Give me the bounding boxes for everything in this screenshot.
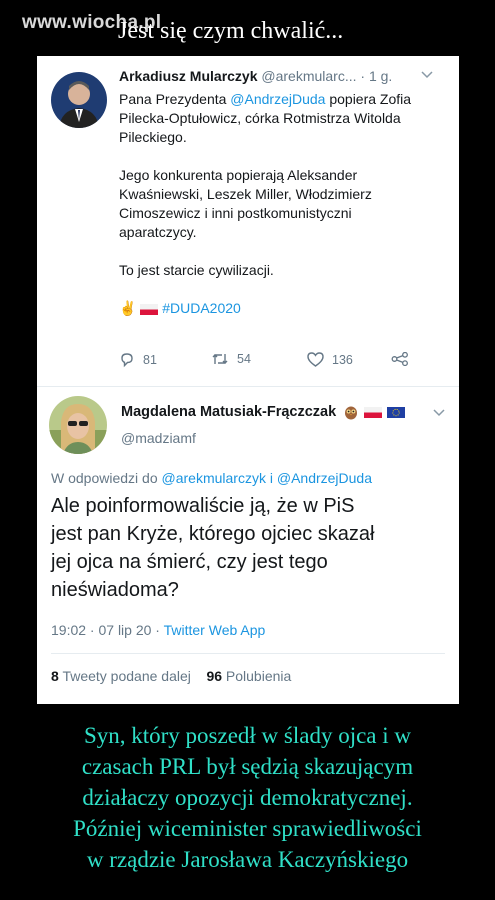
caption-line: działaczy opozycji demokratycznej. bbox=[82, 785, 413, 810]
tweet1-text: popiera Zofia bbox=[325, 91, 412, 107]
tweet1-text: aparatczycy. bbox=[119, 224, 197, 240]
divider bbox=[51, 653, 445, 654]
tweet2-text: nieświadoma? bbox=[51, 579, 179, 601]
avatar-matusiak[interactable] bbox=[49, 396, 107, 454]
tweet2-text: jest pan Kryże, którego ojciec skazał bbox=[51, 523, 375, 545]
avatar-mularczyk[interactable] bbox=[51, 72, 107, 128]
caption-line: Syn, który poszedł w ślady ojca i w bbox=[83, 723, 412, 748]
retweets-stat-count: 8 bbox=[51, 668, 59, 684]
tweet-card: Arkadiusz Mularczyk @arekmularc... · 1 g… bbox=[37, 56, 459, 704]
chevron-down-icon[interactable] bbox=[433, 408, 445, 420]
tweet1-text: Pilecka-Optułowicz, córka Rotmistrza Wit… bbox=[119, 110, 401, 126]
caption: Syn, który poszedł w ślady ojca i w czas… bbox=[0, 720, 495, 875]
share-button[interactable] bbox=[391, 352, 409, 366]
tweet1-text: Pileckiego. bbox=[119, 129, 187, 145]
tweet1-author[interactable]: Arkadiusz Mularczyk bbox=[119, 68, 258, 84]
reply-context: W odpowiedzi do @arekmularczyk i @Andrze… bbox=[51, 470, 372, 486]
likes-stat-label: Polubienia bbox=[225, 668, 292, 684]
share-icon bbox=[391, 352, 408, 366]
tweet2-handle[interactable]: @madziamf bbox=[121, 430, 196, 446]
tweet2-author[interactable]: Magdalena Matusiak-Frączczak bbox=[121, 404, 336, 420]
tweet1-header: Arkadiusz Mularczyk @arekmularc... · 1 g… bbox=[119, 68, 392, 84]
tweet1-text: Pana Prezydenta bbox=[119, 91, 231, 107]
retweet-count: 54 bbox=[237, 352, 251, 366]
retweets-stat-label: Tweety podane dalej bbox=[62, 668, 191, 684]
caption-line: Później wiceminister sprawiedliwości bbox=[73, 816, 422, 841]
tweet2-text: jej ojca na śmierć, czy jest tego bbox=[51, 551, 328, 573]
page-title: Jest się czym chwalić... bbox=[118, 18, 344, 44]
caption-line: w rządzie Jarosława Kaczyńskiego bbox=[86, 847, 409, 872]
reply-icon bbox=[121, 353, 133, 368]
tweet1-body: Pana Prezydenta @AndrzejDuda popiera Zof… bbox=[119, 90, 449, 318]
reply-mentions-link[interactable]: @arekmularczyk i @AndrzejDuda bbox=[162, 470, 373, 486]
like-icon bbox=[307, 352, 324, 367]
tweet1-text: Cimoszewicz i inni postkomunistyczni bbox=[119, 205, 352, 221]
reply-button[interactable]: 81 bbox=[119, 352, 157, 368]
tweet2-text: Ale poinformowaliście ją, że w PiS bbox=[51, 495, 355, 517]
tweet2-source-link[interactable]: Twitter Web App bbox=[164, 622, 266, 638]
reply-prefix: W odpowiedzi do bbox=[51, 470, 162, 486]
poland-flag-icon bbox=[140, 303, 159, 315]
victory-hand-icon: ✌️ bbox=[119, 300, 137, 316]
retweets-stat[interactable]: 8 Tweety podane dalej bbox=[51, 668, 191, 684]
mention-link[interactable]: @AndrzejDuda bbox=[230, 91, 325, 107]
like-button[interactable]: 136 bbox=[307, 352, 353, 367]
tweet1-text: To jest starcie cywilizacji. bbox=[119, 262, 274, 278]
like-count: 136 bbox=[332, 352, 353, 367]
chevron-down-icon[interactable] bbox=[421, 70, 433, 82]
poland-flag-icon bbox=[364, 406, 383, 418]
tweet1-time[interactable]: · 1 g. bbox=[360, 68, 392, 84]
tweet2-body: Ale poinformowaliście ją, że w PiS jest … bbox=[51, 492, 451, 604]
likes-stat-count: 96 bbox=[206, 668, 223, 684]
likes-stat[interactable]: 96 Polubienia bbox=[206, 668, 291, 684]
eu-flag-icon bbox=[387, 406, 406, 418]
caption-line: czasach PRL był sędzią skazującym bbox=[81, 754, 414, 779]
tweet2-header: Magdalena Matusiak-Frączczak bbox=[121, 404, 406, 420]
hashtag-link[interactable]: #DUDA2020 bbox=[162, 300, 241, 316]
retweet-button[interactable]: 54 bbox=[211, 352, 251, 366]
retweet-icon bbox=[212, 354, 228, 364]
tweet1-text: Jego konkurenta popierają Aleksander bbox=[119, 167, 358, 183]
tweet2-meta: 19:02 · 07 lip 20 · Twitter Web App bbox=[51, 622, 265, 638]
tweet1-handle[interactable]: @arekmularc... bbox=[261, 68, 356, 84]
tweet1-actions: 81 54 136 bbox=[119, 352, 419, 372]
tweet2-timestamp[interactable]: 19:02 · 07 lip 20 · bbox=[51, 622, 164, 638]
tweet1-text: Kwaśniewski, Leszek Miller, Włodzimierz bbox=[119, 186, 372, 202]
reply-count: 81 bbox=[143, 353, 157, 367]
divider bbox=[37, 386, 459, 387]
tweet2-stats: 8 Tweety podane dalej 96 Polubienia bbox=[51, 668, 291, 684]
owl-emoji-icon bbox=[345, 406, 358, 420]
